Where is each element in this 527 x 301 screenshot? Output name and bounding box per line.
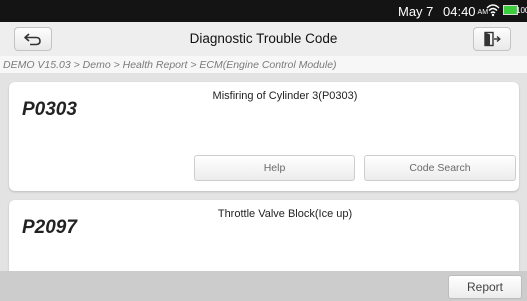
report-button[interactable]: Report bbox=[448, 275, 522, 299]
dtc-list[interactable]: P0303 Misfiring of Cylinder 3(P0303) Hel… bbox=[0, 74, 527, 271]
status-time: 04:40 AM bbox=[443, 4, 488, 19]
battery-text: 100% bbox=[516, 6, 527, 15]
status-time-value: 04:40 bbox=[443, 4, 476, 19]
back-arrow-icon bbox=[24, 33, 41, 46]
nav-bar: Diagnostic Trouble Code bbox=[0, 22, 527, 57]
dtc-code: P0303 bbox=[22, 99, 77, 120]
page-title: Diagnostic Trouble Code bbox=[189, 31, 338, 46]
code-search-button[interactable]: Code Search bbox=[364, 155, 516, 181]
status-bar: May 7 04:40AM 100% bbox=[0, 0, 527, 22]
footer-bar: Report bbox=[0, 271, 527, 301]
dtc-card: P2097 Throttle Valve Block(Ice up) bbox=[9, 200, 519, 271]
status-date: May 7 bbox=[398, 4, 434, 19]
exit-door-icon bbox=[484, 31, 501, 47]
wifi-icon bbox=[486, 4, 500, 17]
exit-button[interactable] bbox=[473, 27, 511, 51]
dtc-card: P0303 Misfiring of Cylinder 3(P0303) Hel… bbox=[9, 82, 519, 191]
back-button[interactable] bbox=[14, 27, 52, 51]
breadcrumb: DEMO V15.03 > Demo > Health Report > ECM… bbox=[0, 56, 527, 74]
dtc-code: P2097 bbox=[22, 217, 77, 238]
dtc-description: Misfiring of Cylinder 3(P0303) bbox=[212, 90, 358, 102]
help-button[interactable]: Help bbox=[194, 155, 355, 181]
dtc-description: Throttle Valve Block(Ice up) bbox=[217, 208, 353, 220]
